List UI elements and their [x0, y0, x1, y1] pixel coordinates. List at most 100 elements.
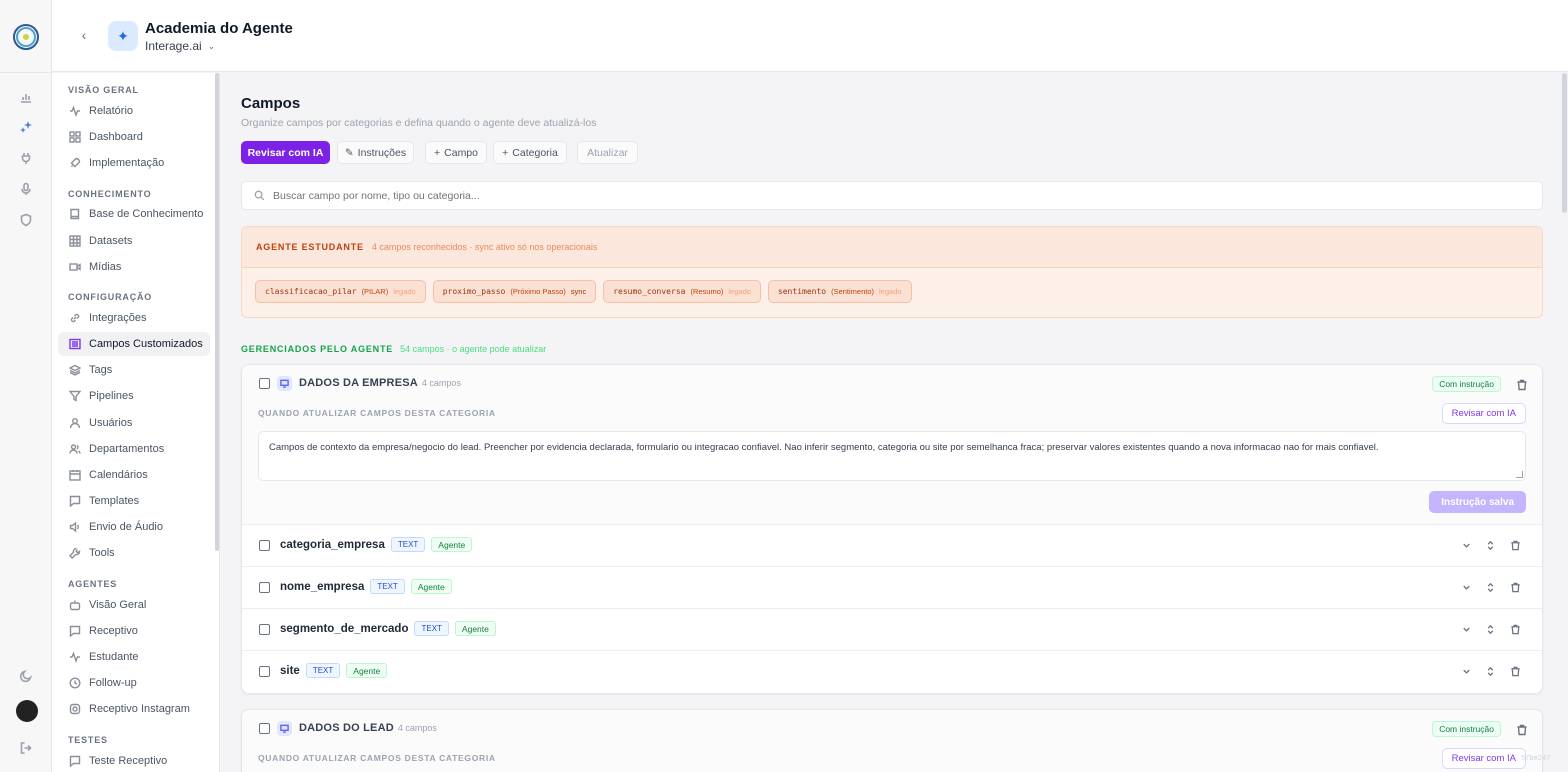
- book-icon: [68, 208, 81, 221]
- user-icon: [68, 417, 81, 430]
- field-chip[interactable]: sentimento (Sentimento) legado: [767, 280, 912, 303]
- sidebar-item-campos-customizados[interactable]: Campos Customizados: [58, 332, 210, 356]
- student-field-chips: classificacao_pilar (PILAR) legado proximo…: [242, 268, 1542, 303]
- field-checkbox[interactable]: [259, 624, 270, 635]
- org-selector[interactable]: Interage.ai ⌄: [145, 39, 215, 53]
- sidebar-item-midias[interactable]: Mídias: [58, 255, 210, 279]
- search-bar[interactable]: [241, 181, 1543, 210]
- field-chip[interactable]: classificacao_pilar (PILAR) legado: [255, 280, 426, 303]
- search-input[interactable]: [273, 189, 873, 202]
- logo-icon[interactable]: [13, 24, 39, 50]
- message-square-icon: [68, 755, 81, 768]
- trash-icon[interactable]: [1516, 378, 1528, 391]
- category-revisar-button[interactable]: Revisar com IA: [1441, 403, 1526, 424]
- reorder-icon[interactable]: [1484, 539, 1496, 551]
- mic-icon[interactable]: [16, 179, 36, 199]
- field-type-badge: TEXT: [305, 663, 341, 678]
- sidebar-item-calendarios[interactable]: Calendários: [58, 463, 210, 487]
- field-name: categoria_empresa: [280, 538, 385, 551]
- sidebar-item-receptivo-instagram[interactable]: Receptivo Instagram: [58, 697, 210, 721]
- instrucoes-button[interactable]: ✎ Instruções: [337, 141, 414, 164]
- main-scrollbar[interactable]: [1562, 73, 1567, 213]
- chevron-down-icon[interactable]: [1460, 623, 1472, 635]
- sidebar-item-follow-up[interactable]: Follow-up: [58, 671, 210, 695]
- sidebar-item-integracoes[interactable]: Integrações: [58, 306, 210, 330]
- sidebar-item-dashboard[interactable]: Dashboard: [58, 125, 210, 149]
- message-square-icon: [68, 495, 81, 508]
- field-name: site: [280, 664, 300, 677]
- sidebar-item-estudante[interactable]: Estudante: [58, 645, 210, 669]
- field-checkbox[interactable]: [259, 540, 270, 551]
- field-checkbox[interactable]: [259, 582, 270, 593]
- trash-icon[interactable]: [1509, 581, 1521, 593]
- chevron-down-icon: ⌄: [207, 40, 216, 51]
- category-count: 4 campos: [397, 723, 437, 733]
- atualizar-button[interactable]: Atualizar: [577, 141, 638, 164]
- field-type-badge: TEXT: [414, 621, 449, 636]
- filter-icon: [68, 390, 81, 403]
- sidebar-item-tools[interactable]: Tools: [58, 541, 210, 565]
- sidebar-item-visao-geral[interactable]: Visão Geral: [58, 593, 210, 617]
- monitor-icon: [277, 376, 292, 391]
- video-icon: [68, 261, 81, 274]
- field-source-badge: Agente: [346, 663, 388, 678]
- sidebar-item-base-conhecimento[interactable]: Base de Conhecimento: [58, 202, 210, 226]
- reorder-icon[interactable]: [1484, 623, 1496, 635]
- field-chip[interactable]: proximo_passo (Próximo Passo) sync: [432, 280, 597, 303]
- category-checkbox[interactable]: [259, 378, 270, 389]
- sidebar-item-implementacao[interactable]: Implementação: [58, 151, 210, 175]
- sidebar-scrollbar[interactable]: [215, 73, 219, 551]
- managed-note: 54 campos · o agente pode atualizar: [400, 344, 547, 354]
- category-revisar-button[interactable]: Revisar com IA: [1441, 748, 1526, 769]
- field-name: nome_empresa: [280, 580, 365, 593]
- instruction-saved-button[interactable]: Instrução salva: [1429, 491, 1526, 513]
- link-icon: [68, 312, 81, 325]
- field-row: nome_empresa TEXT Agente: [242, 567, 1542, 609]
- sidebar-item-datasets[interactable]: Datasets: [58, 229, 210, 253]
- trash-icon[interactable]: [1509, 539, 1521, 551]
- category-count: 4 campos: [421, 378, 461, 388]
- field-row: site TEXT Agente: [242, 651, 1542, 693]
- revisar-com-ia-button[interactable]: Revisar com IA: [241, 141, 330, 164]
- shield-icon[interactable]: [16, 210, 36, 230]
- sidebar-item-envio-audio[interactable]: Envio de Áudio: [58, 515, 210, 539]
- trash-icon[interactable]: [1516, 723, 1528, 736]
- chevron-down-icon[interactable]: [1460, 539, 1472, 551]
- add-categoria-button[interactable]: + Categoria: [493, 141, 567, 164]
- reorder-icon[interactable]: [1484, 665, 1496, 677]
- sidebar-item-pipelines[interactable]: Pipelines: [58, 384, 210, 408]
- chevron-down-icon[interactable]: [1460, 581, 1472, 593]
- add-campo-button[interactable]: + Campo: [425, 141, 487, 164]
- logout-icon[interactable]: [16, 738, 36, 758]
- calendar-icon: [68, 469, 81, 482]
- sidebar-item-departamentos[interactable]: Departamentos: [58, 437, 210, 461]
- moon-icon[interactable]: [16, 666, 36, 686]
- field-type-badge: TEXT: [390, 537, 426, 552]
- message-square-icon: [68, 625, 81, 638]
- instruction-textarea[interactable]: Campos de contexto da empresa/negocio do…: [258, 431, 1526, 481]
- field-chip[interactable]: resumo_conversa (Resumo) legado: [603, 280, 761, 303]
- grid-icon: [68, 131, 81, 144]
- category-checkbox[interactable]: [259, 723, 270, 734]
- sidebar-item-tags[interactable]: Tags: [58, 358, 210, 382]
- users-icon: [68, 443, 81, 456]
- plug-icon[interactable]: [16, 148, 36, 168]
- field-checkbox[interactable]: [259, 666, 270, 677]
- trash-icon[interactable]: [1509, 665, 1521, 677]
- avatar[interactable]: [16, 700, 38, 722]
- bot-icon: [68, 599, 81, 612]
- trash-icon[interactable]: [1509, 623, 1521, 635]
- sidebar-item-usuarios[interactable]: Usuários: [58, 411, 210, 435]
- sidebar-item-relatorio[interactable]: Relatório: [58, 99, 210, 123]
- chevron-down-icon[interactable]: [1460, 665, 1472, 677]
- back-chevron-icon[interactable]: ‹: [76, 27, 92, 43]
- agent-title: Academia do Agente: [145, 20, 293, 37]
- sidebar-item-receptivo[interactable]: Receptivo: [58, 619, 210, 643]
- sparkle-icon[interactable]: [16, 117, 36, 137]
- list-icon: [68, 338, 81, 351]
- sidebar-item-teste-receptivo[interactable]: Teste Receptivo: [58, 749, 210, 772]
- when-update-label: QUANDO ATUALIZAR CAMPOS DESTA CATEGORIA: [258, 753, 496, 763]
- sidebar-item-templates[interactable]: Templates: [58, 489, 210, 513]
- reorder-icon[interactable]: [1484, 581, 1496, 593]
- chart-icon[interactable]: [16, 87, 36, 107]
